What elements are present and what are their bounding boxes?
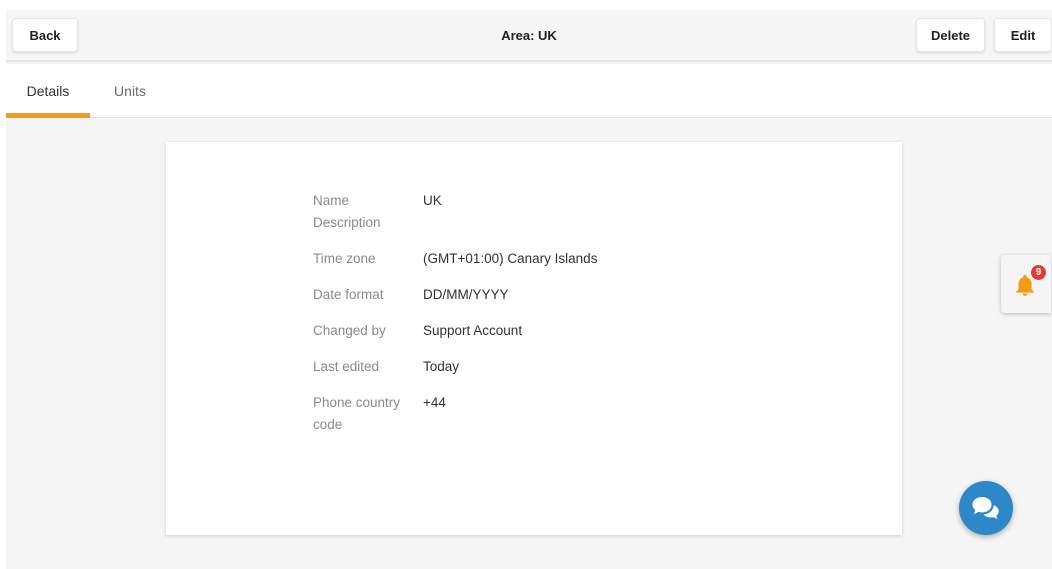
field-label: Date format [313, 287, 384, 302]
page: Back Area: UK Delete Edit Details Units … [6, 10, 1052, 569]
notification-count-badge: 9 [1030, 264, 1047, 281]
field-time-zone: Time zone (GMT+01:00) Canary Islands [313, 248, 713, 270]
tab-details[interactable]: Details [6, 64, 90, 117]
field-label: Phone country code [313, 395, 401, 432]
field-value: +44 [423, 395, 446, 410]
details-card: Name UK Description Time zone (GMT+01:00… [166, 142, 902, 535]
field-value: (GMT+01:00) Canary Islands [423, 251, 598, 266]
field-label: Last edited [313, 359, 380, 374]
details-list: Name UK Description Time zone (GMT+01:00… [313, 190, 713, 450]
field-label: Changed by [313, 323, 386, 338]
tab-units[interactable]: Units [90, 64, 170, 117]
tab-details-label: Details [26, 82, 70, 99]
field-changed-by: Changed by Support Account [313, 320, 713, 342]
field-value: Support Account [423, 323, 523, 338]
field-description: Description [313, 212, 713, 234]
active-tab-indicator [6, 113, 90, 118]
edit-button[interactable]: Edit [994, 18, 1052, 52]
page-title: Area: UK [501, 27, 557, 43]
field-name: Name UK [313, 190, 713, 212]
field-value: DD/MM/YYYY [423, 287, 509, 302]
top-bar: Back Area: UK Delete Edit [6, 10, 1052, 62]
delete-button[interactable]: Delete [916, 18, 985, 52]
notifications-button[interactable]: 9 [1001, 255, 1051, 313]
field-last-edited: Last edited Today [313, 356, 713, 378]
field-date-format: Date format DD/MM/YYYY [313, 284, 713, 306]
tab-bar: Details Units [6, 64, 1052, 118]
field-label: Name [313, 193, 350, 208]
field-phone-country-code: Phone country code +44 [313, 392, 713, 436]
chat-button[interactable] [959, 481, 1013, 535]
field-label: Description [313, 215, 381, 230]
field-value: Today [423, 359, 460, 374]
field-value: UK [423, 193, 442, 208]
chat-bubbles-icon [972, 497, 999, 520]
back-button[interactable]: Back [12, 18, 78, 52]
field-label: Time zone [313, 251, 376, 266]
tab-units-label: Units [114, 82, 146, 99]
